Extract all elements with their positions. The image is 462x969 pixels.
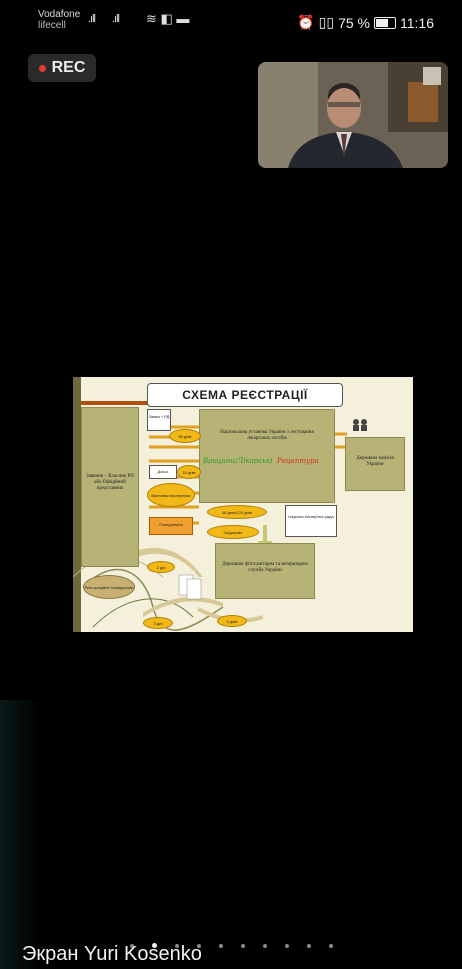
national-institution-text: Національна установа України з лeстуванн… — [220, 430, 314, 441]
page-dot[interactable] — [306, 944, 311, 948]
handwrite-red: Рецептура — [277, 457, 319, 465]
page-dot[interactable] — [284, 944, 289, 948]
recording-badge: REC — [28, 54, 96, 82]
page-dot[interactable] — [328, 944, 333, 948]
pill-60-120-days: 60 днів/120 днів — [207, 505, 267, 519]
page-dot[interactable] — [218, 944, 223, 948]
commission-text: Державна комісія України — [356, 456, 394, 467]
applicant-text: Заявник – Власник РП або Офіційний предс… — [86, 474, 134, 491]
application-text: Заява + РД — [148, 414, 170, 419]
handwrite-green: Вакцини/Лікарські — [203, 457, 273, 465]
dossier-text: Досьє — [157, 469, 169, 474]
registration-certificate-oval: Реєстраційне посвідчення — [83, 575, 135, 599]
pill-3-days: 3 дні — [143, 617, 173, 629]
expert-council-box: Науково експертна рада — [285, 505, 337, 537]
certificate-box: Посвідчення — [149, 517, 193, 535]
pill-60-days: 60 днів — [169, 429, 201, 443]
certificate-text: Посвідчення — [159, 522, 183, 527]
slide-title: СХЕМА РЕЄСТРАЦІЇ — [182, 388, 308, 402]
pill-5-days: 5 днів — [217, 615, 247, 627]
signal-strength-icon: .ıll — [88, 13, 96, 25]
national-institution-box: Національна установа України з лeстуванн… — [199, 409, 335, 503]
slide-title-box: СХЕМА РЕЄСТРАЦІЇ — [147, 383, 343, 407]
pill-expertise-2: Свідоцтво — [207, 525, 259, 539]
clock: 11:16 — [400, 14, 434, 31]
battery-percent: 75 % — [338, 14, 370, 31]
pill-10-days: 10 днів — [177, 465, 201, 479]
carrier-primary: Vodafone — [38, 9, 81, 20]
state-service-box: Державна фітосанітарна та ветеринарна сл… — [215, 543, 315, 599]
screen-share-caption: Экран Yuri Kosenko — [22, 943, 202, 965]
status-right: ⏰ ▯▯ 75 % 11:16 — [297, 14, 434, 31]
application-box: Заява + РД — [147, 409, 171, 431]
status-bar: Vodafone lifecell .ıll .ıll ≋ ◧ ▬ ⏰ ▯▯ 7… — [0, 0, 462, 40]
pill-2-days: 2 дні — [147, 561, 175, 573]
pill-expertise: Висновок експертизи — [147, 483, 195, 507]
carrier-secondary: lifecell — [38, 20, 66, 31]
participant-video-tile[interactable] — [258, 62, 448, 168]
carrier-names: Vodafone lifecell — [38, 9, 80, 31]
expert-council-text: Науково експертна рада — [288, 514, 334, 519]
applicant-box: Заявник – Власник РП або Офіційний предс… — [81, 407, 139, 567]
record-dot-icon — [38, 64, 46, 72]
dossier-box: Досьє — [149, 465, 177, 479]
signal-strength-icon-2: .ıll — [112, 13, 120, 25]
state-service-text: Державна фітосанітарна та ветеринарна сл… — [222, 562, 308, 573]
battery-icon — [374, 16, 396, 29]
wifi-nfc-video-icons: ≋ ◧ ▬ — [146, 11, 190, 26]
recording-label: REC — [51, 59, 86, 76]
commission-box: Державна комісія України — [345, 437, 405, 491]
screen-edge-glow — [0, 700, 40, 969]
page-dot[interactable] — [262, 944, 267, 948]
alarm-vibrate-icons: ⏰ ▯▯ — [297, 14, 335, 30]
page-dot[interactable] — [240, 944, 245, 948]
shared-slide: СХЕМА РЕЄСТРАЦІЇ Заявник – Власник РП аб… — [73, 377, 413, 632]
person-video-thumbnail-icon — [258, 62, 448, 168]
